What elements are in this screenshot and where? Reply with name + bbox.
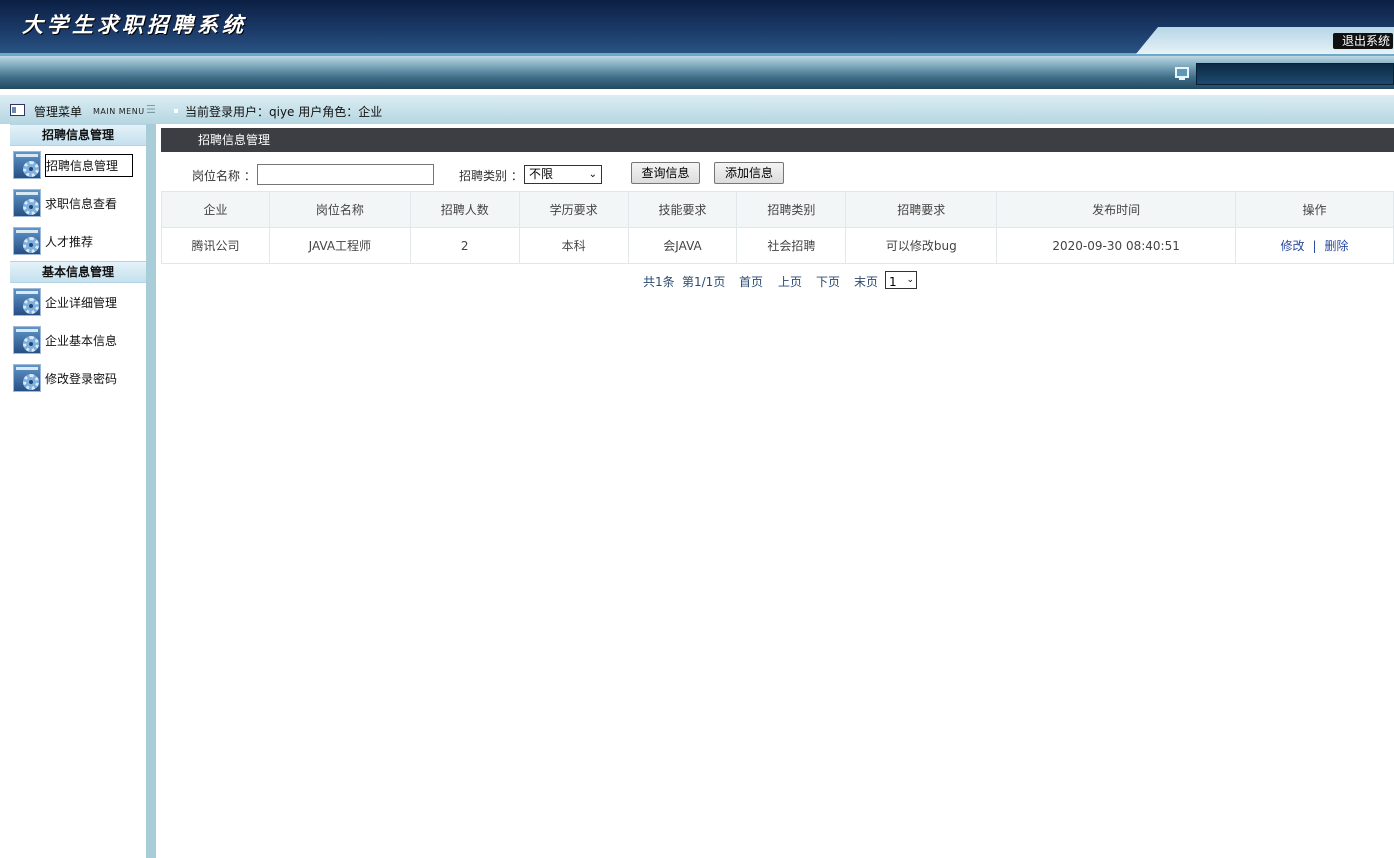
column-header: 招聘类别 [736, 191, 847, 228]
search-bar: 岗位名称 ： 招聘类别 ： 不限 ⌄ 查询信息 添加信息 [161, 152, 1394, 192]
sidebar-item-change-password[interactable]: 修改登录密码 [12, 364, 146, 394]
column-header: 企业 [161, 191, 270, 228]
sidebar-item-label: 求职信息查看 [45, 197, 118, 211]
sidebar-item-company-basic[interactable]: 企业基本信息 [12, 326, 146, 356]
chevron-down-icon: ⌄ [906, 275, 914, 285]
sidebar-item-label: 修改登录密码 [45, 372, 118, 386]
table-row: 腾讯公司 JAVA工程师 2 本科 会JAVA 社会招聘 可以修改bug 202… [161, 227, 1394, 264]
action-separator: | [1312, 239, 1317, 253]
menu-toggle-icon[interactable]: ☰ [146, 103, 156, 116]
pager-last[interactable]: 末页 [854, 273, 878, 290]
column-header: 技能要求 [627, 191, 738, 228]
table-header-row: 企业 岗位名称 招聘人数 学历要求 技能要求 招聘类别 招聘要求 发布时间 操作 [161, 191, 1394, 228]
cell-time: 2020-09-30 08:40:51 [996, 227, 1237, 264]
page-selected-value: 1 [889, 275, 897, 289]
category-select[interactable]: 不限 ⌄ [524, 165, 602, 184]
page-select[interactable]: 1 ⌄ [885, 271, 917, 289]
category-selected-value: 不限 [529, 167, 554, 181]
cell-category: 社会招聘 [736, 227, 847, 264]
job-name-label: 岗位名称 ： [192, 169, 256, 183]
sidebar-item-label: 招聘信息管理 [45, 154, 133, 177]
pager-total: 共1条 [643, 275, 675, 289]
sidebar-item-recruitment-manage[interactable]: 招聘信息管理 [12, 151, 146, 181]
sidebar-splitter[interactable] [146, 124, 156, 858]
menu-subtitle: MAIN MENU [93, 107, 145, 116]
gear-icon [13, 288, 41, 316]
column-header: 岗位名称 [268, 191, 411, 228]
toolbar-panel [1196, 63, 1394, 85]
cell-skill: 会JAVA [627, 227, 738, 264]
column-header: 发布时间 [996, 191, 1237, 228]
recruitment-table: 企业 岗位名称 招聘人数 学历要求 技能要求 招聘类别 招聘要求 发布时间 操作… [161, 191, 1394, 264]
logout-button[interactable]: 退出系统 [1333, 33, 1393, 49]
cell-education: 本科 [518, 227, 629, 264]
edit-link[interactable]: 修改 [1280, 239, 1304, 253]
current-user-info: 当前登录用户：qiye 用户角色：企业 [185, 105, 383, 119]
panel-title: 招聘信息管理 [161, 128, 1394, 152]
menu-window-icon [10, 104, 25, 116]
sidebar-item-label: 人才推荐 [45, 235, 94, 249]
gear-icon [13, 151, 41, 179]
gear-icon [13, 189, 41, 217]
sidebar-group-basic-info[interactable]: 基本信息管理 [10, 261, 146, 283]
bullet-icon [174, 109, 178, 113]
pager-next[interactable]: 下页 [816, 273, 840, 290]
column-header: 招聘要求 [845, 191, 998, 228]
pager-page-info: 第1/1页 [682, 275, 726, 289]
cell-actions: 修改 | 删除 [1235, 227, 1394, 264]
job-name-input[interactable] [257, 164, 434, 185]
monitor-icon[interactable] [1175, 67, 1189, 80]
cell-position: JAVA工程师 [268, 227, 411, 264]
cell-company: 腾讯公司 [161, 227, 270, 264]
column-header: 招聘人数 [409, 191, 520, 228]
query-button[interactable]: 查询信息 [631, 162, 700, 184]
chevron-down-icon: ⌄ [588, 169, 597, 180]
category-label: 招聘类别 ： [459, 169, 523, 183]
gear-icon [13, 227, 41, 255]
column-header: 操作 [1235, 191, 1394, 228]
delete-link[interactable]: 删除 [1325, 239, 1349, 253]
sidebar-item-label: 企业详细管理 [45, 296, 118, 310]
sidebar-group-recruitment[interactable]: 招聘信息管理 [10, 124, 146, 146]
sidebar-item-company-detail[interactable]: 企业详细管理 [12, 288, 146, 318]
sidebar-item-talent-recommend[interactable]: 人才推荐 [12, 227, 146, 257]
column-header: 学历要求 [518, 191, 629, 228]
sidebar-item-jobseeker-view[interactable]: 求职信息查看 [12, 189, 146, 219]
sidebar-item-label: 企业基本信息 [45, 334, 118, 348]
app-title: 大学生求职招聘系统 [22, 12, 247, 37]
pager-first[interactable]: 首页 [739, 273, 763, 290]
add-button[interactable]: 添加信息 [714, 162, 784, 184]
pagination: 共1条 第1/1页 首页 上页 下页 末页 1 ⌄ [161, 271, 1394, 291]
cell-count: 2 [409, 227, 520, 264]
pager-prev[interactable]: 上页 [778, 273, 802, 290]
gear-icon [13, 326, 41, 354]
gear-icon [13, 364, 41, 392]
menu-title: 管理菜单 [34, 105, 83, 119]
cell-requirement: 可以修改bug [845, 227, 998, 264]
